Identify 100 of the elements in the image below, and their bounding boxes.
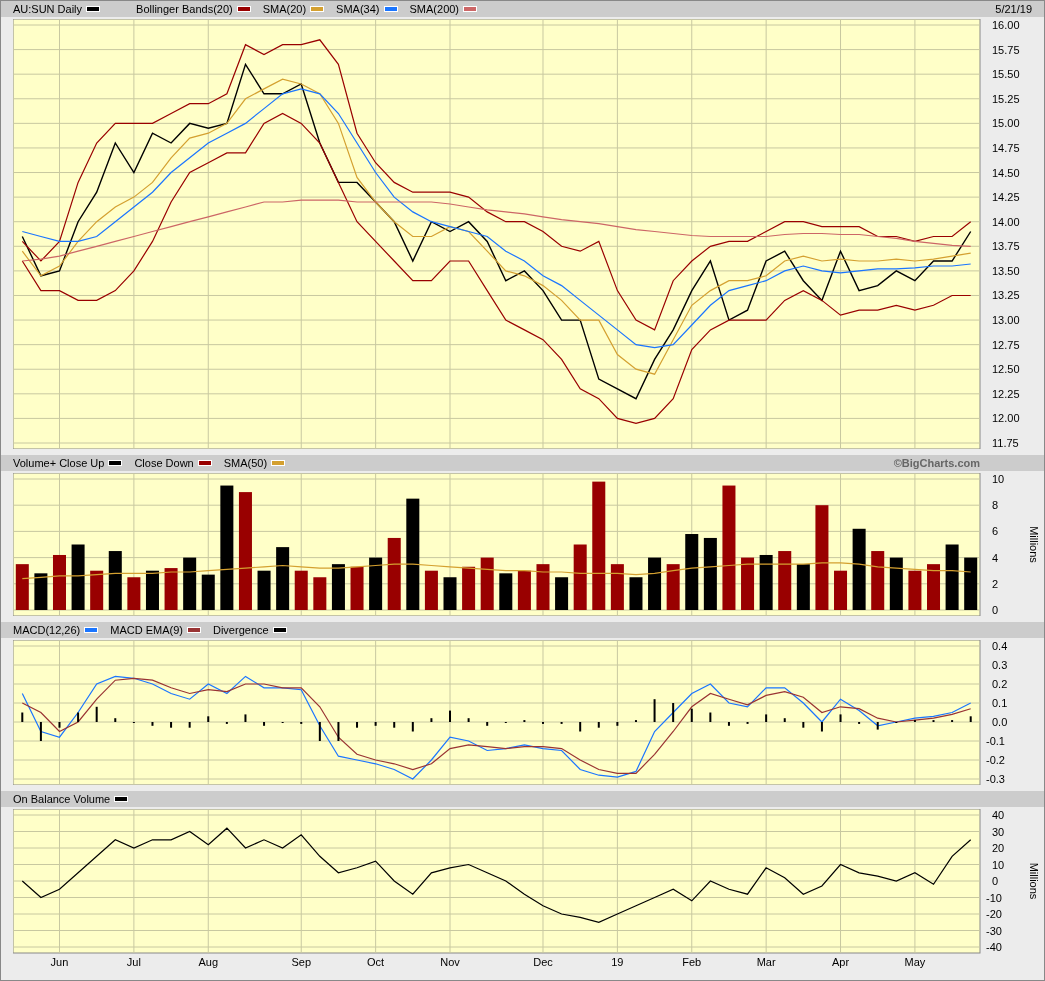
tick-label: 10 xyxy=(992,473,1005,485)
divergence-bar xyxy=(727,722,730,726)
volume-bar xyxy=(276,547,290,610)
tick-label: -30 xyxy=(986,924,1002,937)
tick-label: 0.4 xyxy=(992,640,1008,652)
tick-label: -0.3 xyxy=(986,773,1005,785)
tick-label: 10 xyxy=(992,858,1005,871)
tick-label: 12.75 xyxy=(992,338,1020,351)
volume-bar xyxy=(34,573,48,610)
tick-label: 13.50 xyxy=(992,264,1020,277)
volume-bar xyxy=(536,564,550,610)
tick-label: 0.3 xyxy=(992,659,1008,671)
tick-label: 12.25 xyxy=(992,387,1020,400)
tick-label: 16.00 xyxy=(992,19,1020,31)
volume-bar xyxy=(127,577,141,610)
divergence-bar xyxy=(802,722,805,728)
date-label: 5/21/19 xyxy=(995,1,1032,17)
divergence-bar xyxy=(616,722,619,726)
tick-label: 14.75 xyxy=(992,141,1020,154)
tick-label: 13.75 xyxy=(992,240,1020,253)
axis-label: Millions xyxy=(1028,526,1040,563)
tick-label: 0 xyxy=(992,875,999,887)
divergence-bar xyxy=(430,718,433,722)
volume-bar xyxy=(964,557,978,610)
tick-label: 0.1 xyxy=(992,697,1008,709)
tick-label: -0.2 xyxy=(986,754,1005,766)
tick-label: -0.1 xyxy=(986,735,1005,747)
legend-label: Volume+ Close Up xyxy=(13,455,105,471)
volume-bar xyxy=(778,551,792,610)
divergence-bar xyxy=(374,722,377,726)
divergence-bar xyxy=(244,714,247,722)
tick-label: 15.00 xyxy=(992,117,1020,130)
tick-label: Mar xyxy=(756,956,776,968)
volume-bar xyxy=(834,570,848,610)
tick-label: 13.25 xyxy=(992,289,1020,302)
divergence-bar xyxy=(876,722,879,730)
tick-label: -20 xyxy=(986,908,1002,920)
divergence-bar xyxy=(672,703,675,722)
tick-label: 11.75 xyxy=(992,437,1019,449)
tick-label: Dec xyxy=(533,956,553,968)
tick-label: Feb xyxy=(682,956,702,968)
tick-label: Sep xyxy=(291,956,312,968)
tick-label: 12.50 xyxy=(992,363,1020,376)
divergence-bar xyxy=(95,706,98,722)
divergence-bar xyxy=(170,722,173,728)
tick-label: 8 xyxy=(992,499,999,512)
tick-label: 0.0 xyxy=(992,716,1008,728)
legend-label: SMA(50) xyxy=(223,455,268,471)
tick-label: Jul xyxy=(126,956,141,968)
divergence-bar xyxy=(597,722,600,728)
volume-bar xyxy=(462,566,476,610)
divergence-bar xyxy=(690,708,693,722)
legend-label: MACD EMA(9) xyxy=(110,622,183,638)
tick-label: 15.75 xyxy=(992,43,1020,56)
volume-bar xyxy=(871,551,885,610)
volume-bar xyxy=(555,577,569,610)
divergence-bar xyxy=(709,712,712,722)
divergence-bar xyxy=(356,722,359,728)
divergence-bar xyxy=(39,722,42,741)
tick-label: 40 xyxy=(992,809,1005,821)
legend-label: MACD(12,26) xyxy=(13,622,81,638)
axis-label: Millions xyxy=(1028,862,1040,900)
divergence-bar xyxy=(114,718,117,722)
volume-bar xyxy=(927,564,940,610)
tick-label: Apr xyxy=(831,956,850,968)
divergence-bar xyxy=(337,722,340,741)
volume-bar xyxy=(369,557,383,610)
volume-bar xyxy=(741,557,755,610)
divergence-bar xyxy=(151,722,154,726)
divergence-bar xyxy=(318,722,321,741)
tick-label: 15.50 xyxy=(992,68,1020,81)
volume-bar xyxy=(183,557,197,610)
tick-label: Oct xyxy=(367,956,385,968)
volume-bar xyxy=(648,557,662,610)
tick-label: 14.50 xyxy=(992,166,1020,179)
divergence-bar xyxy=(77,712,80,722)
tick-label: Aug xyxy=(198,956,219,968)
tick-label: 14.25 xyxy=(992,191,1020,204)
volume-bar xyxy=(313,577,327,610)
divergence-bar xyxy=(969,716,972,722)
divergence-bar xyxy=(839,714,842,722)
divergence-bar xyxy=(393,722,396,728)
legend-label: SMA(200) xyxy=(409,1,460,17)
tick-label: 13.00 xyxy=(992,314,1020,327)
tick-label: 30 xyxy=(992,825,1005,838)
legend-label: SMA(34) xyxy=(336,1,380,17)
tick-label: -40 xyxy=(986,941,1002,953)
volume-bar xyxy=(499,573,513,610)
divergence-bar xyxy=(207,716,210,722)
legend-label: AU:SUN Daily xyxy=(13,1,83,17)
legend-label: SMA(20) xyxy=(262,1,307,17)
tick-label: 19 xyxy=(611,956,624,968)
divergence-bar xyxy=(783,718,786,722)
tick-label: Jun xyxy=(50,956,69,968)
divergence-bar xyxy=(21,712,24,722)
tick-label: 6 xyxy=(992,525,999,538)
divergence-bar xyxy=(467,718,470,722)
divergence-bar xyxy=(579,722,582,732)
tick-label: 14.00 xyxy=(992,215,1020,228)
volume-bar xyxy=(629,577,643,610)
